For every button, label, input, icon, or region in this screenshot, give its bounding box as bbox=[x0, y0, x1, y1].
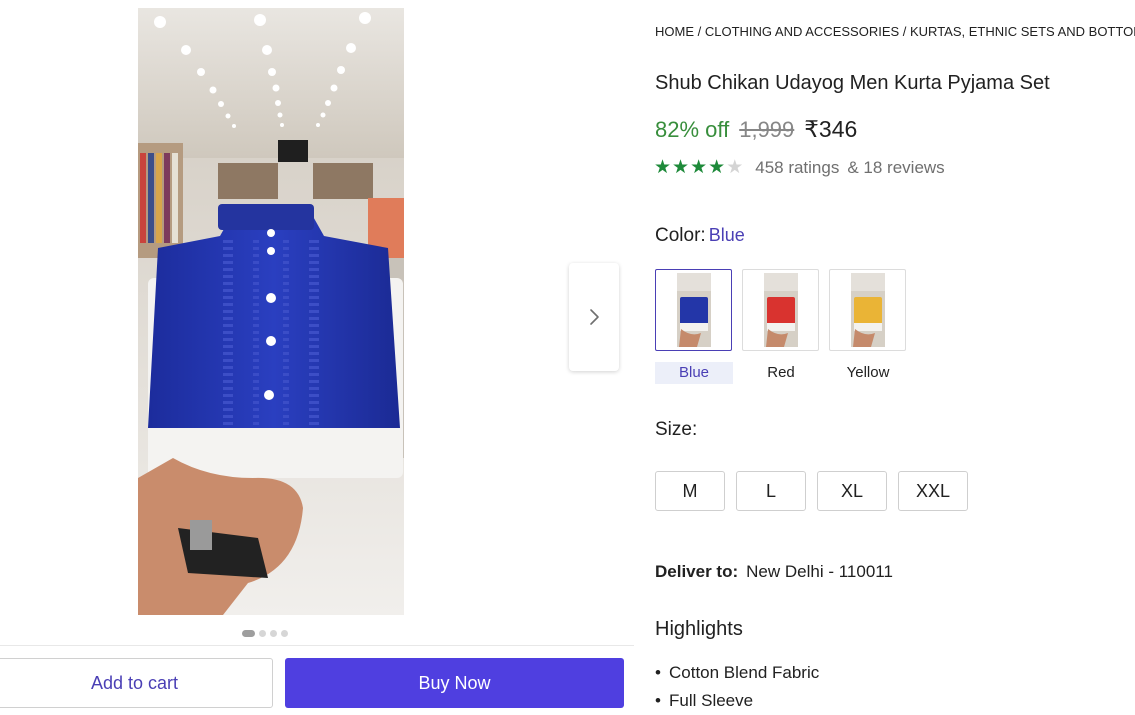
color-option-label: Blue bbox=[655, 362, 733, 384]
color-option-yellow[interactable]: Yellow bbox=[829, 269, 907, 384]
star-filled-icon: ★ bbox=[708, 157, 726, 178]
color-option-blue[interactable]: Blue bbox=[655, 269, 733, 384]
pagination-dot[interactable] bbox=[259, 630, 266, 637]
size-option-xl[interactable]: XL bbox=[817, 471, 887, 511]
color-swatch-red[interactable] bbox=[742, 269, 819, 351]
discount-percent: 82% off bbox=[655, 117, 730, 142]
selected-color: Blue bbox=[708, 225, 745, 245]
size-option-xxl[interactable]: XXL bbox=[898, 471, 968, 511]
size-option-l[interactable]: L bbox=[736, 471, 806, 511]
star-filled-icon: ★ bbox=[672, 157, 690, 178]
breadcrumb[interactable]: HOME / CLOTHING AND ACCESSORIES / KURTAS… bbox=[655, 24, 1135, 39]
add-to-cart-button[interactable]: Add to cart bbox=[0, 658, 273, 708]
bullet-icon: • bbox=[655, 691, 661, 710]
star-rating: ★ ★ ★ ★ ★ bbox=[654, 157, 743, 179]
price-row: 82% off 1,999 ₹346 bbox=[655, 116, 857, 143]
next-image-button[interactable] bbox=[569, 263, 619, 371]
image-pagination-dots bbox=[242, 630, 288, 637]
pagination-dot-active[interactable] bbox=[242, 630, 255, 637]
color-option-label: Yellow bbox=[846, 364, 890, 381]
pagination-dot[interactable] bbox=[270, 630, 277, 637]
chevron-right-icon bbox=[590, 309, 599, 325]
buy-now-button[interactable]: Buy Now bbox=[285, 658, 624, 708]
color-swatch-yellow[interactable] bbox=[829, 269, 906, 351]
original-price: 1,999 bbox=[739, 117, 795, 142]
swatch-thumbnail bbox=[763, 273, 798, 347]
highlights-heading: Highlights bbox=[655, 618, 743, 640]
color-option-red[interactable]: Red bbox=[742, 269, 820, 384]
highlight-item: • Cotton Blend Fabric bbox=[655, 662, 819, 690]
bullet-icon: • bbox=[655, 663, 661, 682]
color-swatch-blue[interactable] bbox=[655, 269, 732, 351]
delivery-location[interactable]: Deliver to: New Delhi - 110011 bbox=[655, 562, 893, 582]
star-empty-icon: ★ bbox=[726, 157, 744, 178]
highlight-text: Cotton Blend Fabric bbox=[669, 663, 820, 682]
kurta-photo bbox=[138, 8, 404, 615]
size-label: Size: bbox=[655, 419, 698, 440]
star-filled-icon: ★ bbox=[654, 157, 672, 178]
swatch-thumbnail bbox=[850, 273, 885, 347]
size-option-m[interactable]: M bbox=[655, 471, 725, 511]
delivery-place[interactable]: New Delhi - 110011 bbox=[746, 562, 893, 581]
ratings-count[interactable]: 458 ratings bbox=[755, 158, 839, 178]
swatch-thumbnail bbox=[676, 273, 711, 347]
highlights-list: • Cotton Blend Fabric • Full Sleeve bbox=[655, 662, 819, 715]
star-filled-icon: ★ bbox=[690, 157, 708, 178]
reviews-count[interactable]: & 18 reviews bbox=[847, 158, 944, 178]
product-title: Shub Chikan Udayog Men Kurta Pyjama Set bbox=[655, 72, 1050, 94]
color-label: Color: Blue bbox=[655, 225, 745, 247]
rating-row: ★ ★ ★ ★ ★ 458 ratings & 18 reviews bbox=[654, 157, 945, 179]
deliver-to-label: Deliver to: bbox=[655, 562, 739, 581]
product-image[interactable] bbox=[138, 8, 404, 615]
highlight-text: Full Sleeve bbox=[669, 691, 754, 710]
pagination-dot[interactable] bbox=[281, 630, 288, 637]
color-option-label: Red bbox=[767, 364, 795, 381]
selling-price: ₹346 bbox=[804, 116, 858, 142]
divider bbox=[0, 645, 634, 646]
highlight-item: • Full Sleeve bbox=[655, 690, 819, 715]
color-label-text: Color: bbox=[655, 225, 706, 246]
